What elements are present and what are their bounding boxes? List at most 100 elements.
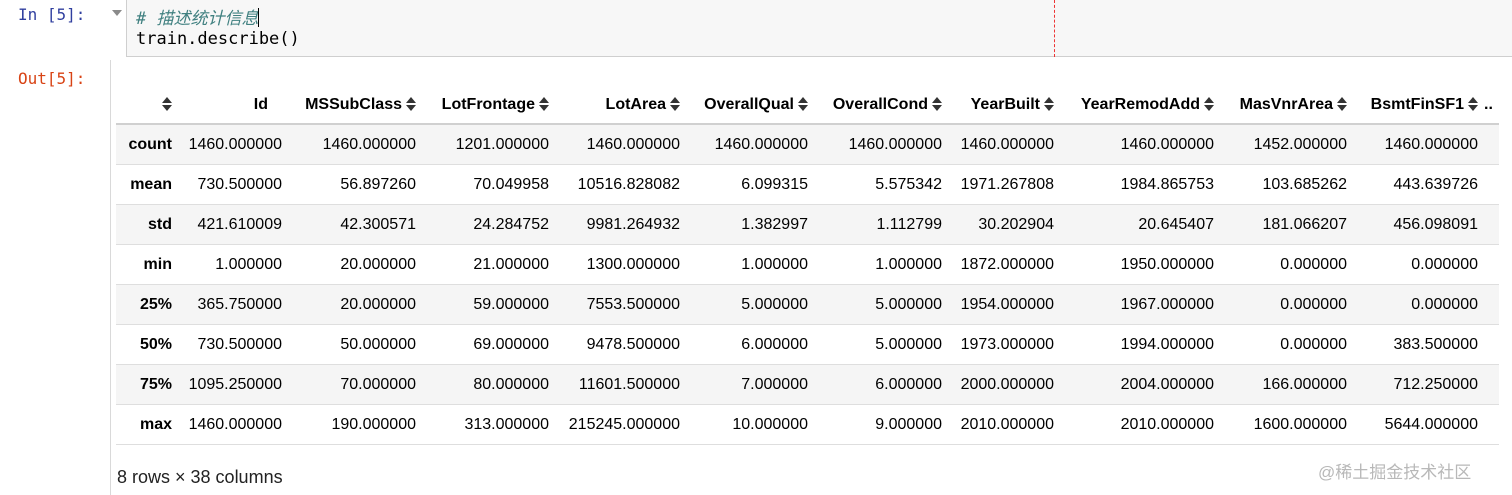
table-cell: 1600.000000 — [1253, 415, 1347, 433]
sort-icon[interactable] — [1337, 97, 1347, 111]
ellipsis-cell — [1484, 405, 1499, 445]
table-cell: 443.639726 — [1393, 175, 1478, 193]
column-header-lotarea[interactable]: LotArea — [555, 85, 686, 125]
row-label: 50% — [139, 335, 172, 353]
table-cell: 190.000000 — [331, 415, 416, 433]
column-header-lotfrontage[interactable]: LotFrontage — [422, 85, 555, 125]
column-header-label: OverallCond — [832, 96, 928, 113]
column-header-overallcond[interactable]: OverallCond — [814, 85, 948, 125]
column-header-mssubclass[interactable]: MSSubClass — [288, 85, 422, 125]
row-label: mean — [130, 175, 172, 193]
sort-icon[interactable] — [1044, 97, 1054, 111]
table-cell: 1300.000000 — [586, 255, 680, 273]
index-header[interactable] — [116, 85, 178, 125]
table-cell: 0.000000 — [1280, 295, 1347, 313]
table-cell: 712.250000 — [1393, 375, 1478, 393]
row-label: count — [128, 135, 172, 153]
table-cell: 421.610009 — [197, 215, 282, 233]
table-cell: 6.000000 — [875, 375, 942, 393]
column-header-label: MSSubClass — [305, 96, 402, 113]
column-header-overallqual[interactable]: OverallQual — [686, 85, 814, 125]
describe-table: Id MSSubClass LotFrontage LotArea Overal… — [116, 85, 1499, 445]
table-cell: 20.645407 — [1138, 215, 1214, 233]
table-cell: 7553.500000 — [586, 295, 680, 313]
table-cell: 0.000000 — [1280, 335, 1347, 353]
sort-icon[interactable] — [1204, 97, 1214, 111]
ellipsis-cell — [1484, 365, 1499, 405]
table-cell: 70.000000 — [340, 375, 416, 393]
watermark: @稀土掘金技术社区 — [1318, 463, 1472, 482]
table-cell: 1872.000000 — [960, 255, 1054, 273]
sort-icon[interactable] — [162, 97, 172, 111]
table-cell: 10.000000 — [732, 415, 808, 433]
column-header-label: YearRemodAdd — [1080, 96, 1200, 113]
table-cell: 1460.000000 — [1120, 135, 1214, 153]
table-cell: 1.000000 — [741, 255, 808, 273]
table-cell: 20.000000 — [340, 295, 416, 313]
ellipsis-cell — [1484, 165, 1499, 205]
table-cell: 730.500000 — [197, 335, 282, 353]
table-cell: 42.300571 — [340, 215, 416, 233]
table-cell: 10516.828082 — [577, 175, 680, 193]
table-cell: 9.000000 — [875, 415, 942, 433]
table-row: count 1460.000000 1460.000000 1201.000000 14… — [116, 124, 1499, 165]
table-cell: 1201.000000 — [455, 135, 549, 153]
sort-icon[interactable] — [1468, 97, 1478, 111]
table-cell: 215245.000000 — [568, 415, 680, 433]
table-cell: 1.000000 — [215, 255, 282, 273]
sort-icon[interactable] — [539, 97, 549, 111]
table-row: min 1.000000 20.000000 21.000000 1300.000000… — [116, 244, 1499, 285]
column-header-yearbuilt[interactable]: YearBuilt — [948, 85, 1060, 125]
table-cell: 21.000000 — [473, 255, 549, 273]
table-cell: 0.000000 — [1411, 255, 1478, 273]
column-header-label: MasVnrArea — [1239, 96, 1333, 113]
table-cell: 1095.250000 — [188, 375, 282, 393]
table-cell: 456.098091 — [1393, 215, 1478, 233]
table-cell: 1967.000000 — [1120, 295, 1214, 313]
table-cell: 1.112799 — [876, 215, 942, 233]
column-header-label: LotArea — [605, 96, 666, 113]
column-header-id[interactable]: Id — [178, 85, 288, 125]
table-cell: 1452.000000 — [1253, 135, 1347, 153]
table-cell: 181.066207 — [1262, 215, 1347, 233]
code-comment-line[interactable]: # 描述统计信息 — [136, 4, 260, 29]
code-line-describe[interactable]: train.describe() — [136, 29, 300, 49]
table-cell: 383.500000 — [1393, 335, 1478, 353]
sort-icon[interactable] — [670, 97, 680, 111]
collapse-chevron-down-icon[interactable] — [112, 10, 122, 16]
table-row: mean 730.500000 56.897260 70.049958 10516.82… — [116, 164, 1499, 205]
code-input-area[interactable] — [126, 0, 1512, 57]
table-header-row: Id MSSubClass LotFrontage LotArea Overal… — [116, 85, 1499, 125]
table-cell: 24.284752 — [473, 215, 549, 233]
column-header-yearremodadd[interactable]: YearRemodAdd — [1060, 85, 1220, 125]
row-label: min — [143, 255, 172, 273]
table-row: 50% 730.500000 50.000000 69.000000 9478.5000… — [116, 324, 1499, 365]
table-cell: 1950.000000 — [1120, 255, 1214, 273]
sort-icon[interactable] — [798, 97, 808, 111]
table-cell: 56.897260 — [340, 175, 416, 193]
table-cell: 1460.000000 — [188, 135, 282, 153]
column-header-label: Id — [253, 96, 268, 113]
column-header-masvnrarea[interactable]: MasVnrArea — [1220, 85, 1353, 125]
ellipsis-cell — [1484, 325, 1499, 365]
table-cell: 1984.865753 — [1120, 175, 1214, 193]
sort-icon[interactable] — [406, 97, 416, 111]
sort-icon[interactable] — [932, 97, 942, 111]
table-cell: 1460.000000 — [322, 135, 416, 153]
column-header-label: OverallQual — [704, 96, 794, 113]
table-cell: 1460.000000 — [714, 135, 808, 153]
table-cell: 1460.000000 — [586, 135, 680, 153]
column-header-bsmtfinsf1[interactable]: BsmtFinSF1 — [1353, 85, 1484, 125]
table-cell: 50.000000 — [340, 335, 416, 353]
table-cell: 5644.000000 — [1384, 415, 1478, 433]
row-label: std — [148, 215, 172, 233]
table-cell: 166.000000 — [1262, 375, 1347, 393]
ellipsis-cell — [1484, 245, 1499, 285]
table-cell: 2010.000000 — [960, 415, 1054, 433]
table-cell: 1460.000000 — [188, 415, 282, 433]
table-cell: 1.000000 — [875, 255, 942, 273]
table-cell: 2004.000000 — [1120, 375, 1214, 393]
ellipsis-cell — [1484, 124, 1499, 165]
table-row: 75% 1095.250000 70.000000 80.000000 11601.50… — [116, 364, 1499, 405]
code-comment-text: # 描述统计信息 — [136, 9, 259, 29]
